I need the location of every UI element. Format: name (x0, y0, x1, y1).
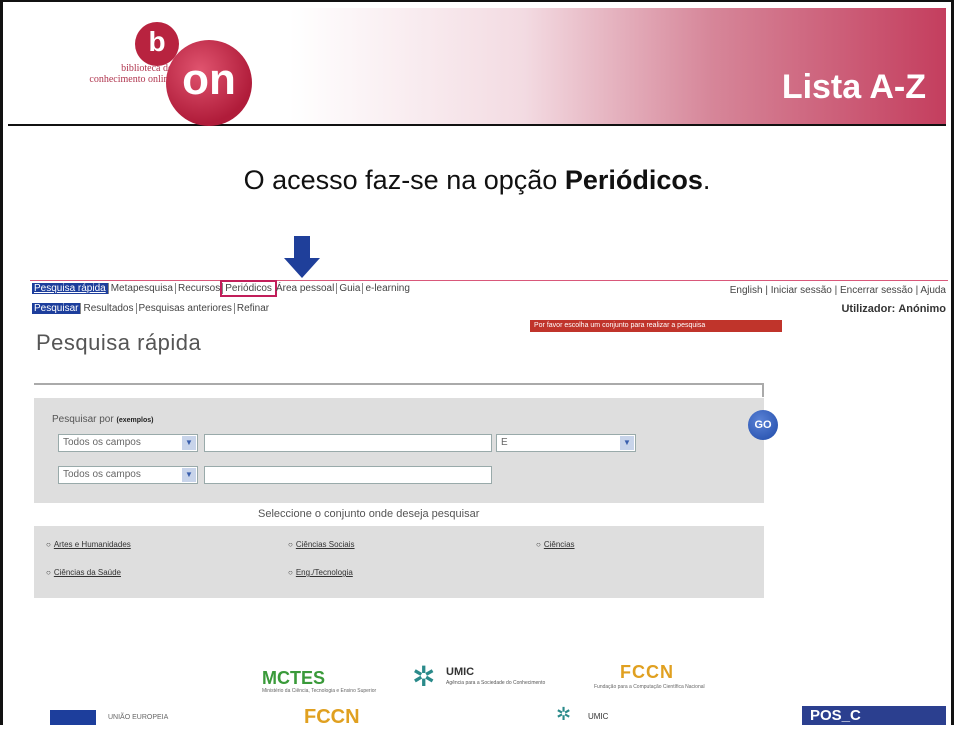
section-divider (34, 383, 764, 385)
link-english[interactable]: English (730, 285, 763, 296)
warning-banner: Por favor escolha um conjunto para reali… (530, 320, 782, 332)
umic-subtitle: Agência para a Sociedade do Conhecimento (446, 680, 546, 686)
umic-logo-bottom: UMIC (588, 712, 609, 721)
page-title: Pesquisa rápida (36, 330, 202, 355)
fccn-logo: FCCN (620, 662, 674, 682)
umic-logo-icon: ✲ (412, 661, 436, 692)
subtab-pesquisas-anteriores[interactable]: Pesquisas anteriores (137, 303, 235, 314)
chevron-down-icon: ▼ (620, 436, 634, 450)
logo-on-badge: on (166, 40, 252, 126)
umic-logo-icon-bottom: ✲ (556, 704, 572, 724)
link-iniciar-sessao[interactable]: Iniciar sessão (771, 285, 832, 296)
top-links: English | Iniciar sessão | Encerrar sess… (729, 285, 946, 296)
mctes-logo: MCTES (262, 668, 325, 688)
down-arrow-icon (284, 236, 320, 278)
user-name: Anónimo (898, 303, 946, 315)
set-option-artes[interactable]: ○ Artes e Humanidades (46, 540, 131, 549)
examples-link[interactable]: (exemplos) (116, 417, 153, 424)
radio-icon: ○ (288, 568, 293, 577)
tab-periodicos[interactable]: Periódicos (220, 280, 277, 297)
radio-icon: ○ (288, 540, 293, 549)
primary-nav: Pesquisa rápida Metapesquisa Recursos Perió… (32, 280, 412, 297)
set-option-ciencias-sociais[interactable]: ○ Ciências Sociais (288, 540, 355, 549)
tab-e-learning[interactable]: e-learning (363, 283, 411, 294)
tab-metapesquisa[interactable]: Metapesquisa (109, 283, 176, 294)
radio-icon: ○ (536, 540, 541, 549)
search-label: Pesquisar por (exemplos) (52, 414, 154, 425)
field-select-1[interactable]: Todos os campos ▼ (58, 434, 198, 452)
user-info: Utilizador: Anónimo (841, 303, 946, 315)
subtab-refinar[interactable]: Refinar (235, 303, 271, 314)
eu-flag-icon (50, 710, 96, 725)
slide-header: biblioteca do conhecimento online b on Li… (8, 8, 946, 126)
divider-tick (762, 383, 764, 397)
nav-divider (30, 280, 948, 281)
tab-guia[interactable]: Guia (337, 283, 364, 294)
chevron-down-icon: ▼ (182, 436, 196, 450)
fccn-logo-bottom: FCCN (304, 706, 360, 728)
tab-pesquisa-rapida[interactable]: Pesquisa rápida (32, 283, 109, 294)
fccn-subtitle: Fundação para a Computação Científica Na… (594, 684, 705, 690)
chevron-down-icon: ▼ (182, 468, 196, 482)
logo-text: biblioteca do conhecimento online (89, 63, 173, 85)
sets-header: Seleccione o conjunto onde deseja pesqui… (258, 508, 480, 520)
field-select-2[interactable]: Todos os campos ▼ (58, 466, 198, 484)
set-option-ciencias-saude[interactable]: ○ Ciências da Saúde (46, 568, 121, 577)
go-button[interactable]: GO (748, 410, 778, 440)
set-option-eng-tecnologia[interactable]: ○ Eng./Tecnologia (288, 568, 353, 577)
eu-label: UNIÃO EUROPEIA (108, 714, 169, 721)
radio-icon: ○ (46, 568, 51, 577)
pos-logo: POS_C (802, 706, 946, 725)
slide-caption: O acesso faz-se na opção Periódicos. (243, 165, 711, 195)
set-option-ciencias[interactable]: ○ Ciências (536, 540, 575, 549)
tab-recursos[interactable]: Recursos (176, 283, 224, 294)
search-input-1[interactable] (204, 434, 492, 452)
mctes-subtitle: Ministério da Ciência, Tecnologia e Ensi… (262, 688, 377, 694)
search-input-2[interactable] (204, 466, 492, 484)
subtab-pesquisar[interactable]: Pesquisar (32, 303, 82, 314)
slide-title: Lista A-Z (781, 68, 926, 106)
subtab-resultados[interactable]: Resultados (81, 303, 137, 314)
sets-panel (34, 526, 764, 598)
secondary-nav: Pesquisar Resultados Pesquisas anteriores R… (32, 303, 271, 314)
link-ajuda[interactable]: Ajuda (920, 285, 946, 296)
radio-icon: ○ (46, 540, 51, 549)
tab-area-pessoal[interactable]: Área pessoal (274, 283, 338, 294)
link-encerrar-sessao[interactable]: Encerrar sessão (840, 285, 913, 296)
umic-logo: UMIC (446, 666, 475, 678)
operator-select[interactable]: E ▼ (496, 434, 636, 452)
